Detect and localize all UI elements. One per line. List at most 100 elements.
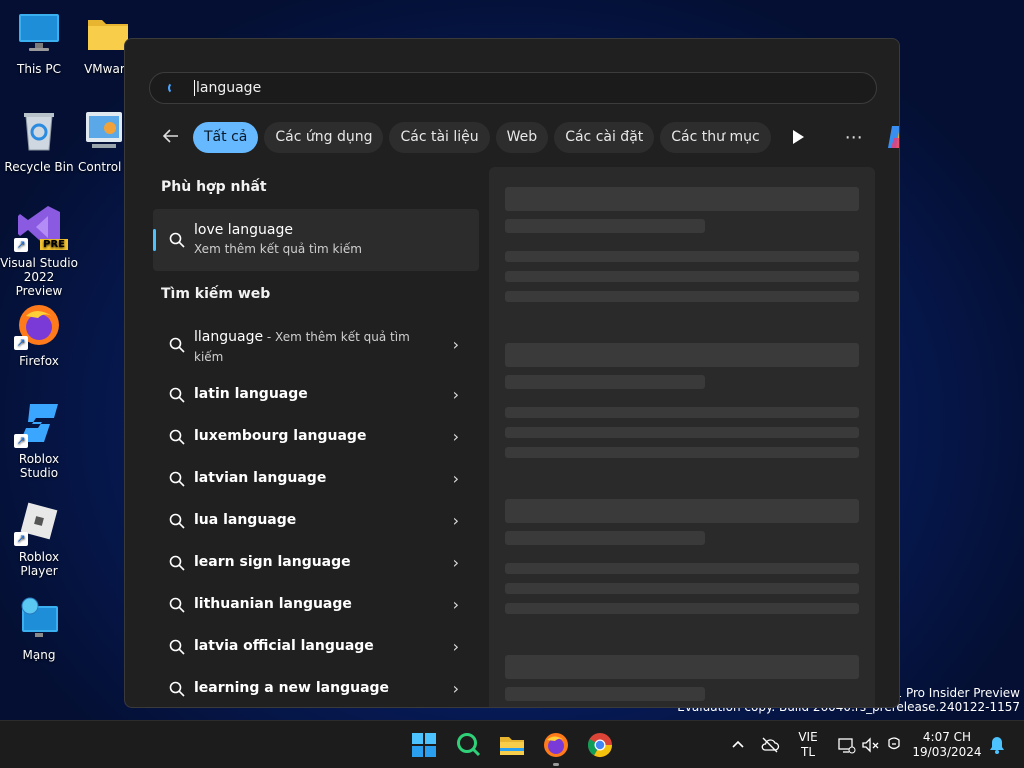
search-taskbar-icon[interactable] bbox=[454, 731, 482, 759]
desktop-icon-network[interactable]: Mạng bbox=[0, 596, 78, 662]
language-code: VIE bbox=[798, 730, 818, 744]
skeleton-placeholder bbox=[505, 583, 859, 594]
web-result-item[interactable]: luxembourg language › bbox=[153, 417, 479, 457]
preview-pane-loading bbox=[489, 167, 875, 707]
search-icon bbox=[169, 513, 185, 533]
network-icon bbox=[16, 596, 62, 642]
scroll-right-play-icon[interactable] bbox=[791, 129, 805, 145]
control-panel-icon bbox=[80, 108, 126, 154]
web-result-title: lua language bbox=[194, 512, 297, 528]
skeleton-placeholder bbox=[505, 427, 859, 438]
chevron-right-icon[interactable]: › bbox=[453, 427, 459, 446]
web-result-item[interactable]: latvia official language › bbox=[153, 627, 479, 667]
chevron-right-icon[interactable]: › bbox=[453, 511, 459, 530]
clock-date: 19/03/2024 bbox=[912, 745, 982, 759]
chrome-icon[interactable] bbox=[586, 731, 614, 759]
web-result-item[interactable]: learn sign language › bbox=[153, 543, 479, 583]
keyboard-layout: TL bbox=[800, 745, 815, 759]
start-button-windows-icon[interactable] bbox=[410, 731, 438, 759]
skeleton-placeholder bbox=[505, 251, 859, 262]
monitor-icon bbox=[16, 10, 62, 56]
text-caret bbox=[194, 80, 195, 96]
web-result-item[interactable]: llanguage - Xem thêm kết quả tìm kiếm › bbox=[153, 325, 479, 365]
recycle-bin-icon bbox=[16, 108, 62, 154]
filter-chip-folders[interactable]: Các thư mục bbox=[660, 121, 771, 153]
filter-chip-apps[interactable]: Các ứng dụng bbox=[264, 121, 384, 153]
pre-badge: PRE bbox=[40, 239, 68, 250]
desktop-icon-control-panel[interactable]: Control Panel bbox=[78, 108, 128, 174]
filter-chip-settings[interactable]: Các cài đặt bbox=[554, 121, 655, 153]
search-icon bbox=[169, 681, 185, 701]
search-icon bbox=[169, 597, 185, 617]
chevron-right-icon[interactable]: › bbox=[453, 637, 459, 656]
web-result-title: learn sign language bbox=[194, 554, 351, 570]
loading-spinner-icon bbox=[168, 82, 180, 94]
skeleton-placeholder bbox=[505, 187, 859, 211]
chevron-right-icon[interactable]: › bbox=[453, 335, 459, 354]
desktop-icon-roblox-player[interactable]: ↗ Roblox Player bbox=[0, 498, 78, 578]
speaker-muted-icon[interactable] bbox=[860, 735, 880, 755]
filter-chip-documents[interactable]: Các tài liệu bbox=[389, 121, 490, 153]
skeleton-placeholder bbox=[505, 219, 705, 233]
clock[interactable]: 4:07 CH 19/03/2024 bbox=[912, 730, 982, 760]
firefox-taskbar-icon[interactable] bbox=[542, 731, 570, 759]
battery-icon[interactable] bbox=[884, 735, 904, 755]
chevron-right-icon[interactable]: › bbox=[453, 679, 459, 698]
notification-bell-icon[interactable] bbox=[988, 735, 1006, 755]
input-language-indicator[interactable]: VIE TL bbox=[794, 730, 822, 760]
file-explorer-icon[interactable] bbox=[498, 731, 526, 759]
chevron-right-icon[interactable]: › bbox=[453, 385, 459, 404]
skeleton-placeholder bbox=[505, 531, 705, 545]
visual-studio-icon: PRE ↗ bbox=[14, 204, 68, 252]
best-match-title: love language bbox=[194, 222, 293, 238]
best-match-item[interactable]: love language Xem thêm kết quả tìm kiếm bbox=[153, 209, 479, 271]
web-result-item[interactable]: latvian language › bbox=[153, 459, 479, 499]
clock-time: 4:07 CH bbox=[922, 730, 972, 744]
skeleton-placeholder bbox=[505, 499, 859, 523]
desktop-icon-roblox-studio[interactable]: ↗ Roblox Studio bbox=[0, 400, 78, 480]
web-result-item[interactable]: learning a new language › bbox=[153, 669, 479, 707]
web-result-item[interactable]: lua language › bbox=[153, 501, 479, 541]
roblox-studio-icon: ↗ bbox=[14, 400, 62, 448]
shortcut-arrow-icon: ↗ bbox=[14, 238, 28, 252]
skeleton-placeholder bbox=[505, 271, 859, 282]
chevron-right-icon[interactable]: › bbox=[453, 553, 459, 572]
desktop-icon-firefox[interactable]: ↗ Firefox bbox=[0, 302, 78, 368]
search-input[interactable]: language bbox=[196, 80, 261, 96]
web-result-title: learning a new language bbox=[194, 680, 390, 696]
chevron-right-icon[interactable]: › bbox=[453, 469, 459, 488]
filter-row: Tất cả Các ứng dụng Các tài liệu Web Các… bbox=[161, 121, 899, 153]
skeleton-placeholder bbox=[505, 687, 705, 701]
best-match-subtitle: Xem thêm kết quả tìm kiếm bbox=[194, 242, 362, 256]
search-icon bbox=[169, 471, 185, 491]
shortcut-arrow-icon: ↗ bbox=[14, 336, 28, 350]
skeleton-placeholder bbox=[505, 447, 859, 458]
filter-chip-all[interactable]: Tất cả bbox=[193, 121, 259, 153]
network-status-icon[interactable] bbox=[836, 735, 856, 755]
desktop-icon-visual-studio[interactable]: PRE ↗ Visual Studio 2022 Preview bbox=[0, 204, 78, 298]
desktop-icon-recycle-bin[interactable]: Recycle Bin bbox=[0, 108, 78, 174]
more-options-icon[interactable]: ⋯ bbox=[845, 127, 864, 148]
web-result-title: luxembourg language bbox=[194, 428, 367, 444]
cloud-offline-icon[interactable] bbox=[760, 735, 780, 755]
search-icon bbox=[169, 387, 185, 407]
search-icon bbox=[169, 639, 185, 659]
web-search-heading: Tìm kiếm web bbox=[161, 286, 271, 302]
search-box[interactable]: language bbox=[149, 72, 877, 104]
skeleton-placeholder bbox=[505, 603, 859, 614]
copilot-icon[interactable] bbox=[886, 122, 899, 152]
chevron-up-icon[interactable] bbox=[730, 736, 746, 752]
web-result-item[interactable]: latin language › bbox=[153, 375, 479, 415]
skeleton-placeholder bbox=[505, 291, 859, 302]
web-result-title: lithuanian language bbox=[194, 596, 352, 612]
back-arrow-icon[interactable] bbox=[161, 126, 181, 148]
search-icon bbox=[169, 429, 185, 449]
skeleton-placeholder bbox=[505, 563, 859, 574]
search-icon bbox=[169, 232, 185, 252]
filter-chip-web[interactable]: Web bbox=[495, 121, 549, 153]
roblox-player-icon: ↗ bbox=[14, 498, 62, 546]
chevron-right-icon[interactable]: › bbox=[453, 595, 459, 614]
desktop-icon-this-pc[interactable]: This PC bbox=[0, 10, 78, 76]
web-result-item[interactable]: lithuanian language › bbox=[153, 585, 479, 625]
web-result-title: latvia official language bbox=[194, 638, 374, 654]
